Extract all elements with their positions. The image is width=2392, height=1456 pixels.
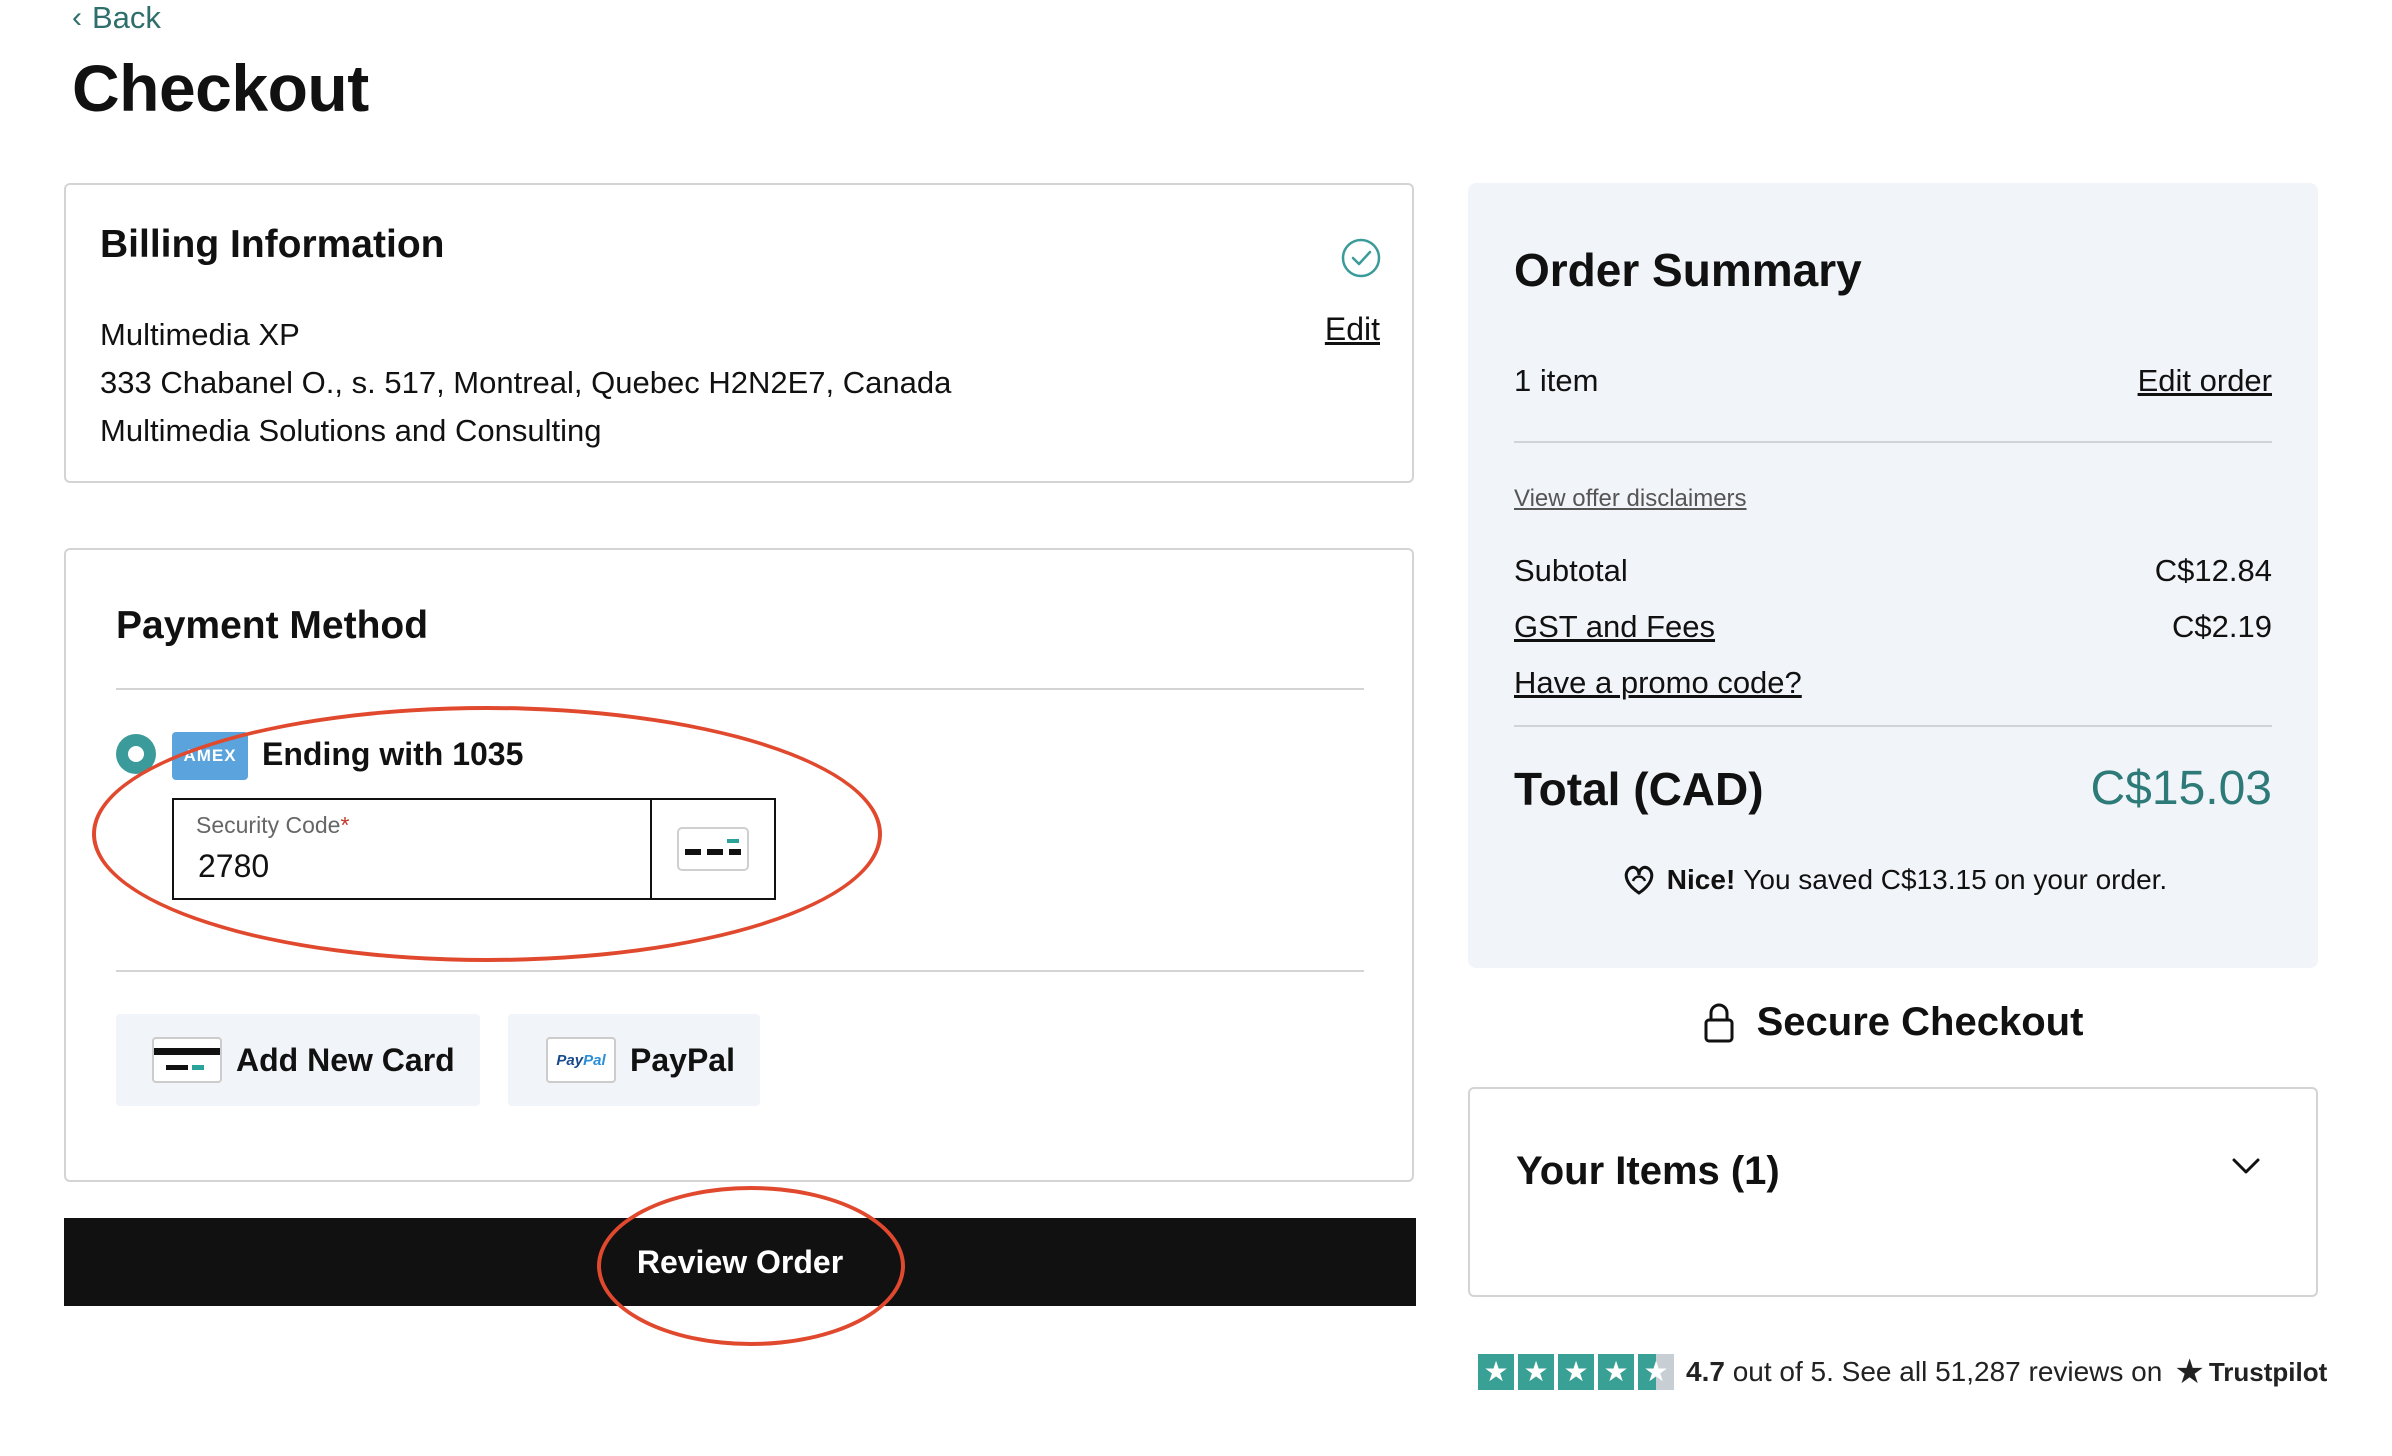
amex-card-icon: AMEX xyxy=(172,732,248,780)
billing-edit-link[interactable]: Edit xyxy=(1325,311,1380,348)
divider xyxy=(116,970,1364,972)
card-radio[interactable] xyxy=(116,734,156,774)
godaddy-logo-icon xyxy=(1624,865,1653,895)
lock-icon xyxy=(1704,1003,1734,1042)
offer-disclaimers-link[interactable]: View offer disclaimers xyxy=(1514,485,1747,513)
half-star-icon: ★ xyxy=(1638,1354,1674,1390)
subtotal-value: C$12.84 xyxy=(2154,553,2272,588)
subtotal-label: Subtotal xyxy=(1514,553,1628,588)
page-title: Checkout xyxy=(72,51,369,125)
secure-checkout-label: Secure Checkout xyxy=(1756,1000,2084,1044)
security-code-value: 2780 xyxy=(198,848,270,884)
back-link[interactable]: ‹ Back xyxy=(72,0,161,36)
add-new-card-button[interactable]: Add New Card xyxy=(116,1014,480,1106)
card-ending-label: Ending with 1035 xyxy=(262,736,524,772)
billing-heading: Billing Information xyxy=(100,223,445,266)
item-count: 1 item xyxy=(1514,363,1599,398)
edit-order-link[interactable]: Edit order xyxy=(2138,363,2272,399)
paypal-icon: Pay Pal xyxy=(546,1037,616,1083)
divider xyxy=(1514,725,2272,727)
billing-name: Multimedia XP xyxy=(100,317,300,352)
rating-text: 4.7 out of 5. See all 51,287 reviews on xyxy=(1686,1356,2163,1387)
cvv-hint xyxy=(652,800,774,898)
payment-card: Payment Method AMEX Ending with 1035 Sec… xyxy=(64,548,1414,1182)
add-new-card-label: Add New Card xyxy=(236,1041,455,1078)
divider xyxy=(1514,441,2272,443)
billing-card: Billing Information Edit Multimedia XP 3… xyxy=(64,183,1414,483)
your-items-panel[interactable]: Your Items (1) xyxy=(1468,1087,2318,1297)
review-order-button[interactable]: Review Order xyxy=(64,1218,1416,1306)
paypal-label: PayPal xyxy=(630,1041,735,1078)
billing-company: Multimedia Solutions and Consulting xyxy=(100,413,602,448)
payment-heading: Payment Method xyxy=(116,604,429,647)
fees-value: C$2.19 xyxy=(2172,609,2272,644)
gst-fees-link[interactable]: GST and Fees xyxy=(1514,609,1715,645)
check-circle-icon xyxy=(1341,238,1381,278)
rating-stars: ★ ★ ★ ★ ★ xyxy=(1478,1354,1674,1390)
chevron-down-icon[interactable] xyxy=(2230,1155,2262,1177)
trustpilot-rating[interactable]: ★ ★ ★ ★ ★ 4.7 out of 5. See all 51,287 r… xyxy=(1478,1352,2327,1392)
security-code-label: Security Code* xyxy=(196,812,350,838)
order-summary: Order Summary 1 item Edit order View off… xyxy=(1468,183,2318,968)
cvv-card-icon xyxy=(677,827,749,871)
trustpilot-logo: ★ Trustpilot xyxy=(2174,1353,2328,1391)
security-code-input[interactable]: Security Code* 2780 xyxy=(174,800,652,898)
savings-message: Nice! You saved C$13.15 on your order. xyxy=(1468,863,2318,897)
your-items-heading: Your Items (1) xyxy=(1516,1149,1780,1193)
chevron-left-icon: ‹ xyxy=(72,1,82,34)
total-label: Total (CAD) xyxy=(1514,762,1764,815)
trustpilot-star-icon: ★ xyxy=(2174,1353,2205,1391)
star-icon: ★ xyxy=(1478,1354,1514,1390)
star-icon: ★ xyxy=(1558,1354,1594,1390)
security-code-field[interactable]: Security Code* 2780 xyxy=(172,798,776,900)
back-label: Back xyxy=(92,0,161,35)
credit-card-icon xyxy=(152,1037,222,1083)
secure-checkout: Secure Checkout xyxy=(1468,1000,2318,1045)
star-icon: ★ xyxy=(1598,1354,1634,1390)
paypal-button[interactable]: Pay Pal PayPal xyxy=(508,1014,760,1106)
billing-address: 333 Chabanel O., s. 517, Montreal, Quebe… xyxy=(100,365,952,400)
divider xyxy=(116,688,1364,690)
summary-heading: Order Summary xyxy=(1514,244,1862,296)
star-icon: ★ xyxy=(1518,1354,1554,1390)
total-value: C$15.03 xyxy=(2090,762,2272,815)
promo-code-link[interactable]: Have a promo code? xyxy=(1514,665,1802,701)
